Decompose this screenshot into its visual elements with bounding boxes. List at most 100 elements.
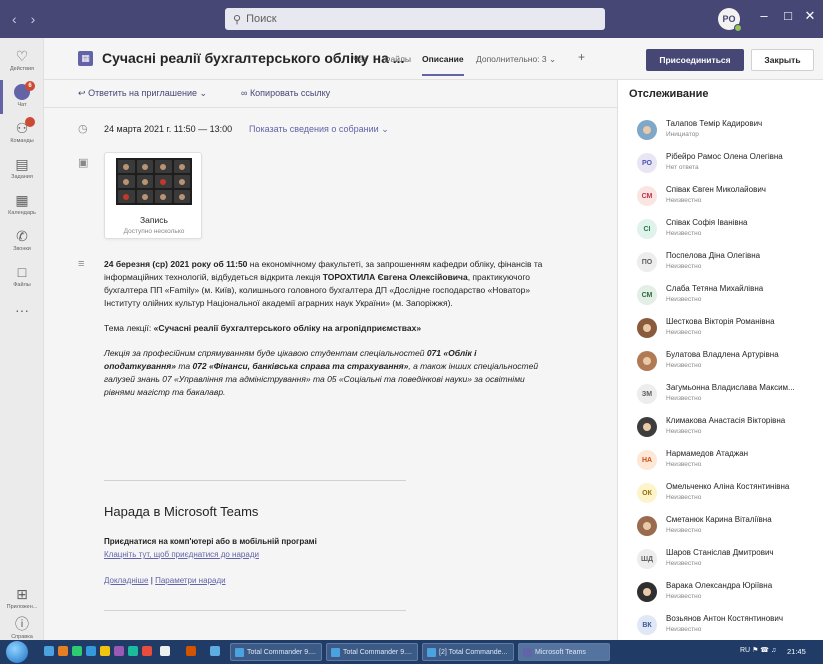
clock-icon: ◷: [78, 123, 88, 135]
attendee-row[interactable]: НА Нармамедов Атаджан Неизвестно: [618, 446, 823, 476]
taskbar-app-icon[interactable]: [186, 646, 196, 656]
calendar-icon: ▦: [15, 192, 29, 208]
add-tab-button[interactable]: +: [578, 50, 585, 64]
taskbar-app-icon[interactable]: [58, 646, 68, 656]
recording-title: Запись: [140, 215, 168, 225]
language-indicator[interactable]: RU: [740, 647, 750, 654]
rail-item-help[interactable]: ⓘ Справка: [0, 616, 44, 640]
file-icon: □: [17, 264, 27, 280]
windows-taskbar: Total Commander 9.... Total Commander 9.…: [0, 640, 823, 664]
attendee-name: Співак Євген Миколайович: [666, 185, 766, 194]
join-meeting-link[interactable]: Клацніть тут, щоб приєднатися до наради: [104, 550, 259, 559]
recording-subtitle: Доступно несколько: [123, 228, 185, 235]
attendee-row[interactable]: Сметанюк Карина Віталіївна Неизвестно: [618, 512, 823, 542]
rail-item-more[interactable]: ···: [0, 302, 44, 318]
rail-item-calls[interactable]: ✆ Звонки: [0, 228, 44, 252]
minimize-button[interactable]: –: [754, 8, 774, 23]
avatar: ПО: [637, 252, 657, 272]
avatar: ОК: [637, 483, 657, 503]
back-icon[interactable]: ‹: [12, 11, 17, 27]
copy-label: Копировать ссылку: [249, 88, 331, 98]
attendee-row[interactable]: ПО Поспелова Діна Олегівна Неизвестно: [618, 248, 823, 278]
tab-description[interactable]: Описание: [422, 54, 464, 76]
attendee-row[interactable]: Климакова Анастасія Вікторівна Неизвестно: [618, 413, 823, 443]
taskbar-app-icon[interactable]: [100, 646, 110, 656]
system-tray[interactable]: RU ⚑ ☎ ♫: [740, 646, 776, 654]
taskbar-app-icon[interactable]: [210, 646, 220, 656]
attendee-status: Неизвестно: [666, 461, 702, 468]
rail-item-teams[interactable]: ⚇ Команды: [0, 117, 44, 144]
forward-icon[interactable]: ›: [31, 11, 36, 27]
join-button[interactable]: Присоединиться: [646, 49, 744, 71]
taskbar-app-icon[interactable]: [72, 646, 82, 656]
avatar: [637, 582, 657, 602]
attendee-name: Омельченко Аліна Костянтинівна: [666, 482, 790, 491]
taskbar-app-icon[interactable]: [142, 646, 152, 656]
taskbar-app-icon[interactable]: [44, 646, 54, 656]
start-button[interactable]: [6, 641, 28, 663]
attendee-row[interactable]: Булатова Владлена Артурівна Неизвестно: [618, 347, 823, 377]
attendee-row[interactable]: Варака Олександра Юріївна Неизвестно: [618, 578, 823, 608]
avatar[interactable]: PO: [718, 8, 742, 32]
attendee-row[interactable]: ВК Возьянов Антон Костянтинович Неизвестно: [618, 611, 823, 641]
tab-more[interactable]: Дополнительно: 3 ⌄: [476, 54, 556, 65]
learn-more-link[interactable]: Докладніше: [104, 576, 148, 585]
tab-chat[interactable]: Чат: [353, 54, 367, 64]
rail-item-files[interactable]: □ Файлы: [0, 264, 44, 288]
rail-item-calendar[interactable]: ▦ Календарь: [0, 192, 44, 216]
avatar: [637, 318, 657, 338]
reply-label: Ответить на приглашение: [88, 88, 197, 98]
taskbar-app-icon[interactable]: [86, 646, 96, 656]
attendee-row[interactable]: ОК Омельченко Аліна Костянтинівна Неизвест…: [618, 479, 823, 509]
avatar: ЗМ: [637, 384, 657, 404]
avatar: [637, 417, 657, 437]
attendee-name: Булатова Владлена Артурівна: [666, 350, 779, 359]
meeting-toolbar: ↩ Ответить на приглашение ⌄ ∞ Копировать…: [44, 80, 617, 108]
attendee-row[interactable]: Талапов Темір Кадирович Инициатор: [618, 116, 823, 146]
attendee-row[interactable]: ЗМ Загумьонна Владислава Максим... Неизвес…: [618, 380, 823, 410]
show-details-link[interactable]: Показать сведения о собрании ⌄: [249, 124, 389, 135]
taskbar-window[interactable]: [2] Total Commande...: [422, 643, 514, 661]
meeting-options-link[interactable]: Параметри наради: [155, 576, 226, 585]
close-button[interactable]: Закрыть: [751, 49, 814, 71]
avatar-initials: PO: [722, 14, 736, 24]
attendee-row[interactable]: СІ Співак Софія Іванівна Неизвестно: [618, 215, 823, 245]
attendee-row[interactable]: Шесткова Вікторія Романівна Неизвестно: [618, 314, 823, 344]
taskbar-app-icon[interactable]: [160, 646, 170, 656]
desc-date: 24 березня (ср) 2021 року об 11:50: [104, 259, 248, 269]
taskbar-window-label: Microsoft Teams: [535, 648, 586, 656]
maximize-button[interactable]: □: [778, 8, 798, 23]
attendee-status: Неизвестно: [666, 296, 702, 303]
recording-icon: ▣: [78, 157, 89, 169]
attendee-row[interactable]: РО Рібейро Рамос Олена Олегівна Нет ответа: [618, 149, 823, 179]
copy-link-button[interactable]: ∞ Копировать ссылку: [241, 88, 330, 98]
attendee-status: Нет ответа: [666, 164, 699, 171]
taskbar-clock[interactable]: 21:45: [787, 647, 806, 656]
rail-item-assignments[interactable]: ▤ Задания: [0, 156, 44, 180]
attendee-row[interactable]: ШД Шаров Станіслав Дмитрович Неизвестно: [618, 545, 823, 575]
chevron-down-icon: ⌄: [381, 124, 389, 134]
recording-card[interactable]: Запись Доступно несколько: [104, 152, 202, 239]
teams-meeting-heading: Нарада в Microsoft Teams: [104, 504, 259, 519]
app-bar: ♡ Действия 6 Чат ⚇ Команды ▤ Задания ▦ К…: [0, 38, 44, 640]
close-window-button[interactable]: ✕: [800, 8, 820, 24]
attendee-row[interactable]: СМ Співак Євген Миколайович Неизвестно: [618, 182, 823, 212]
taskbar-window[interactable]: Total Commander 9....: [230, 643, 322, 661]
more-icon: ···: [15, 302, 29, 318]
reply-invitation-button[interactable]: ↩ Ответить на приглашение ⌄: [78, 88, 207, 99]
attendee-row[interactable]: СМ Слаба Тетяна Михайлівна Неизвестно: [618, 281, 823, 311]
taskbar-app-icon[interactable]: [128, 646, 138, 656]
avatar: СІ: [637, 219, 657, 239]
rail-item-chat[interactable]: 6 Чат: [0, 80, 44, 114]
search-input[interactable]: ⚲ Поиск: [225, 8, 605, 30]
attendee-name: Поспелова Діна Олегівна: [666, 251, 761, 260]
reply-icon: ↩: [78, 88, 86, 98]
taskbar-window[interactable]: Total Commander 9....: [326, 643, 418, 661]
rail-item-activity[interactable]: ♡ Действия: [0, 48, 44, 72]
rail-label: Календарь: [8, 210, 36, 216]
attendee-name: Шесткова Вікторія Романівна: [666, 317, 775, 326]
taskbar-window-active[interactable]: Microsoft Teams: [518, 643, 610, 661]
tab-files[interactable]: Файлы: [384, 54, 411, 64]
rail-item-apps[interactable]: ⊞ Приложен...: [0, 586, 44, 610]
taskbar-app-icon[interactable]: [114, 646, 124, 656]
